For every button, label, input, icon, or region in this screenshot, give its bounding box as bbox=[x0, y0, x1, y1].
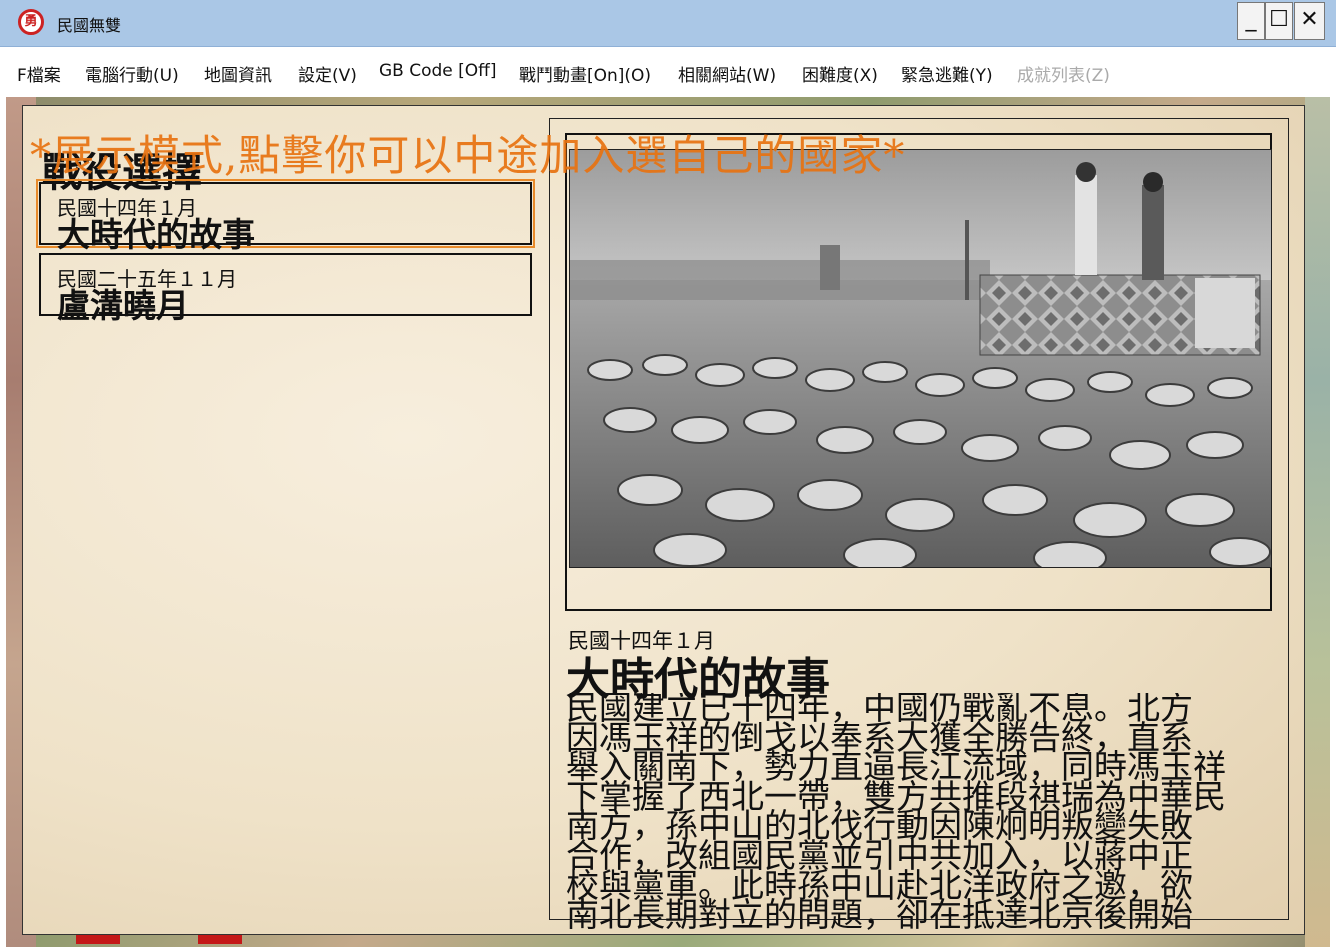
close-button[interactable]: ✕ bbox=[1294, 2, 1325, 40]
scenario-name: 盧溝曉月 bbox=[57, 286, 189, 325]
maximize-button[interactable]: ☐ bbox=[1265, 2, 1293, 40]
menu-map-info[interactable]: 地圖資訊 bbox=[204, 61, 272, 86]
menu-emergency-escape[interactable]: 緊急逃難(Y) bbox=[901, 61, 993, 86]
detail-description: 民國建立已十四年，中國仍戰亂不息。北方 因馮玉祥的倒戈以奉系大獲全勝告終，直系 舉入… bbox=[566, 693, 1330, 933]
menu-gb-code[interactable]: GB Code [Off] bbox=[379, 61, 497, 81]
menu-bar: F檔案 電腦行動(U) 地圖資訊 設定(V) GB Code [Off] 戰鬥動… bbox=[6, 47, 1330, 97]
menu-settings[interactable]: 設定(V) bbox=[298, 61, 357, 86]
minimize-button[interactable]: _ bbox=[1237, 2, 1265, 40]
menu-computer-action[interactable]: 電腦行動(U) bbox=[85, 61, 179, 86]
menu-file[interactable]: F檔案 bbox=[17, 61, 61, 86]
menu-achievements: 成就列表(Z) bbox=[1017, 66, 1110, 86]
scenario-photo bbox=[569, 149, 1272, 568]
title-bar[interactable]: 勇 民國無雙 _ ☐ ✕ bbox=[0, 0, 1336, 47]
scenario-item-1925[interactable]: 民國十四年１月 大時代的故事 bbox=[36, 179, 535, 254]
window-title: 民國無雙 bbox=[57, 16, 122, 35]
scenario-item-1936[interactable]: 民國二十五年１１月 盧溝曉月 bbox=[39, 253, 532, 325]
demo-mode-notice: *展示模式,點擊你可以中途加入選自己的國家* bbox=[30, 131, 906, 180]
detail-line: 南北長期對立的問題，卻在抵達北京後開始 bbox=[566, 895, 1193, 933]
app-logo-icon: 勇 bbox=[18, 9, 44, 35]
menu-related-sites[interactable]: 相關網站(W) bbox=[678, 61, 776, 86]
scenario-name: 大時代的故事 bbox=[57, 215, 255, 254]
menu-difficulty[interactable]: 困難度(X) bbox=[802, 61, 878, 86]
menu-battle-animation[interactable]: 戰鬥動畫[On](O) bbox=[519, 61, 651, 86]
